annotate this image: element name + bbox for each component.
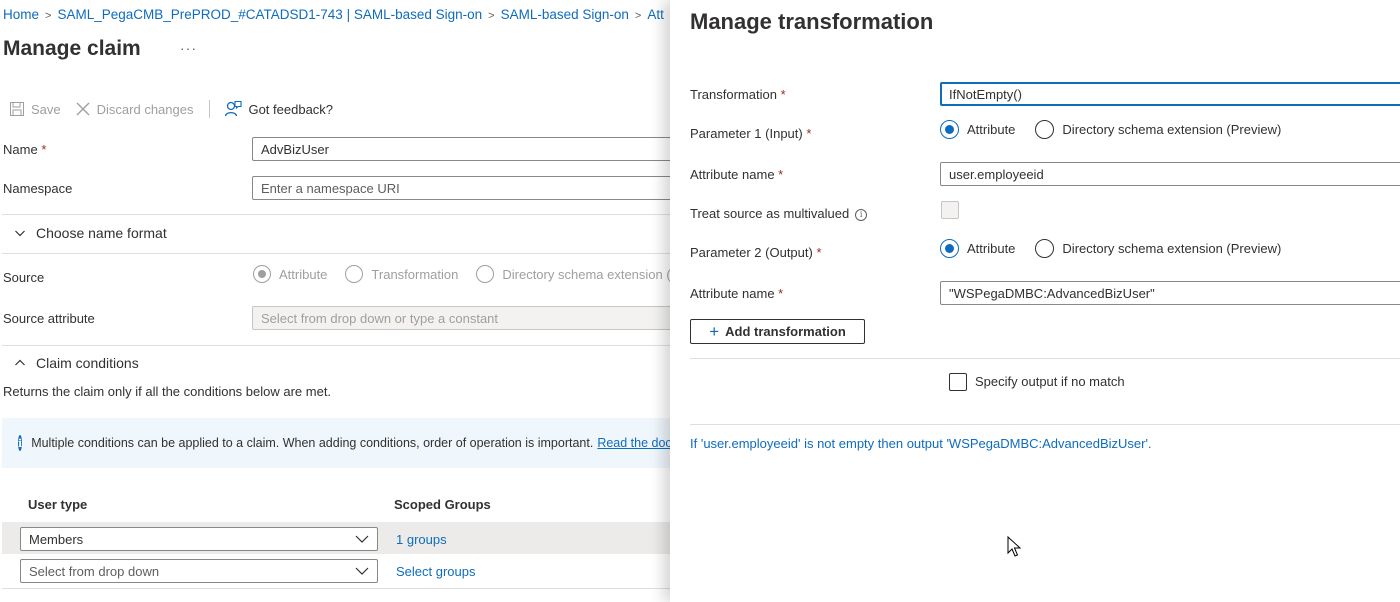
read-docs-link[interactable]: Read the docu [597,436,670,450]
namespace-input[interactable]: Enter a namespace URI [252,176,670,200]
param2-directory-label: Directory schema extension (Preview) [1062,241,1282,256]
panel-title: Manage transformation [690,9,934,34]
param2-attribute-label: Attribute [967,241,1016,256]
chevron-right-icon: > [488,10,495,22]
breadcrumb-attributes[interactable]: Att [647,7,664,22]
feedback-label: Got feedback? [248,101,334,117]
user-type-value: Members [29,531,84,547]
param1-attribute-label: Attribute [967,122,1016,137]
param1-directory-label: Directory schema extension (Preview) [1062,122,1282,137]
manage-claim-page: Home > SAML_PegaCMB_PrePROD_#CATADSD1-743 … [0,0,670,602]
chevron-right-icon: > [45,10,52,22]
treat-multivalued-label: Treat source as multivalued i [690,206,868,221]
page-title: Manage claim [3,37,141,60]
info-banner: i Multiple conditions can be applied to … [2,418,670,468]
claim-conditions-desc: Returns the claim only if all the condit… [3,384,332,399]
feedback-icon [225,100,243,117]
transformation-label: Transformation * [690,87,786,102]
plus-icon: + [709,322,720,341]
discard-button[interactable]: Discard changes [75,101,194,117]
name-label: Name * [3,142,47,157]
param1-radio-group: Attribute Directory schema extension (Pr… [940,120,1281,139]
specify-output-checkbox[interactable] [949,373,967,391]
select-groups-link[interactable]: Select groups [396,564,476,579]
chevron-right-icon: > [634,10,642,22]
source-transformation-label: Transformation [371,266,459,282]
user-type-placeholder: Select from drop down [29,563,160,579]
source-radio-group: Attribute Transformation Directory schem… [253,265,670,283]
source-transformation-radio[interactable] [345,265,364,283]
namespace-label: Namespace [3,181,73,196]
source-attribute-label: Source attribute [3,311,95,326]
save-label: Save [31,101,61,117]
add-transformation-label: Add transformation [725,324,846,339]
divider [2,345,670,346]
chevron-down-icon [355,567,369,575]
source-attribute-input[interactable]: Select from drop down or type a constant [252,306,670,330]
source-directory-radio[interactable] [476,265,495,283]
source-label: Source [3,270,45,285]
command-bar: Save Discard changes Got feedback? [9,98,347,120]
claim-conditions-toggle[interactable]: Claim conditions [14,355,139,371]
source-attribute-radio[interactable] [253,265,271,283]
scoped-groups-link[interactable]: 1 groups [396,532,447,547]
divider [2,253,670,254]
breadcrumb-saml[interactable]: SAML-based Sign-on [501,7,629,22]
info-icon[interactable]: i [855,208,868,221]
attr-name-1-input[interactable]: user.employeeid [940,162,1400,186]
manage-transformation-panel: Manage transformation Transformation * I… [670,0,1400,602]
save-button[interactable]: Save [9,101,61,117]
breadcrumb-app[interactable]: SAML_PegaCMB_PrePROD_#CATADSD1-743 | SAM… [57,7,482,22]
param1-directory-radio[interactable] [1035,120,1055,139]
name-format-title: Choose name format [36,225,167,241]
param2-attribute-radio[interactable] [940,239,959,258]
info-icon: i [18,435,23,451]
attr-name-2-label: Attribute name * [690,286,784,301]
claim-conditions-title: Claim conditions [36,355,139,371]
breadcrumb: Home > SAML_PegaCMB_PrePROD_#CATADSD1-743 … [3,7,664,22]
breadcrumb-home[interactable]: Home [3,7,39,22]
add-transformation-button[interactable]: + Add transformation [690,319,865,344]
discard-label: Discard changes [96,101,194,117]
divider [690,358,1400,359]
attr-name-2-input[interactable]: "WSPegaDMBC:AdvancedBizUser" [940,281,1400,305]
col-user-type: User type [28,497,88,512]
source-directory-label: Directory schema extension (Pr [502,266,670,282]
close-icon [76,102,90,116]
chevron-up-icon [15,359,25,366]
param2-radio-group: Attribute Directory schema extension (Pr… [940,239,1281,258]
name-input[interactable]: AdvBizUser [252,137,670,161]
param1-label: Parameter 1 (Input) * [690,126,812,141]
user-type-dropdown-empty[interactable]: Select from drop down [20,559,378,583]
chevron-down-icon [355,535,369,543]
save-icon [10,102,24,116]
info-text: Multiple conditions can be applied to a … [31,436,594,450]
attr-name-1-label: Attribute name * [690,167,784,182]
param1-attribute-radio[interactable] [940,120,959,139]
transformation-dropdown[interactable]: IfNotEmpty() [940,82,1400,106]
user-type-dropdown[interactable]: Members [20,527,378,551]
divider [690,424,1400,425]
more-options-icon[interactable]: ··· [180,40,197,56]
divider [2,588,670,589]
toolbar-divider [209,100,211,118]
treat-multivalued-checkbox[interactable] [941,201,959,219]
transformation-summary: If 'user.employeeid' is not empty then o… [690,436,1152,451]
col-scoped-groups: Scoped Groups [394,497,491,512]
specify-output-label: Specify output if no match [975,374,1125,389]
param2-label: Parameter 2 (Output) * [690,245,822,260]
param2-directory-radio[interactable] [1035,239,1055,258]
source-attribute-label: Attribute [279,266,328,282]
divider [2,214,670,215]
chevron-down-icon [15,230,25,237]
name-format-toggle[interactable]: Choose name format [14,225,167,241]
mouse-cursor-icon [1007,536,1021,557]
feedback-button[interactable]: Got feedback? [224,100,333,118]
